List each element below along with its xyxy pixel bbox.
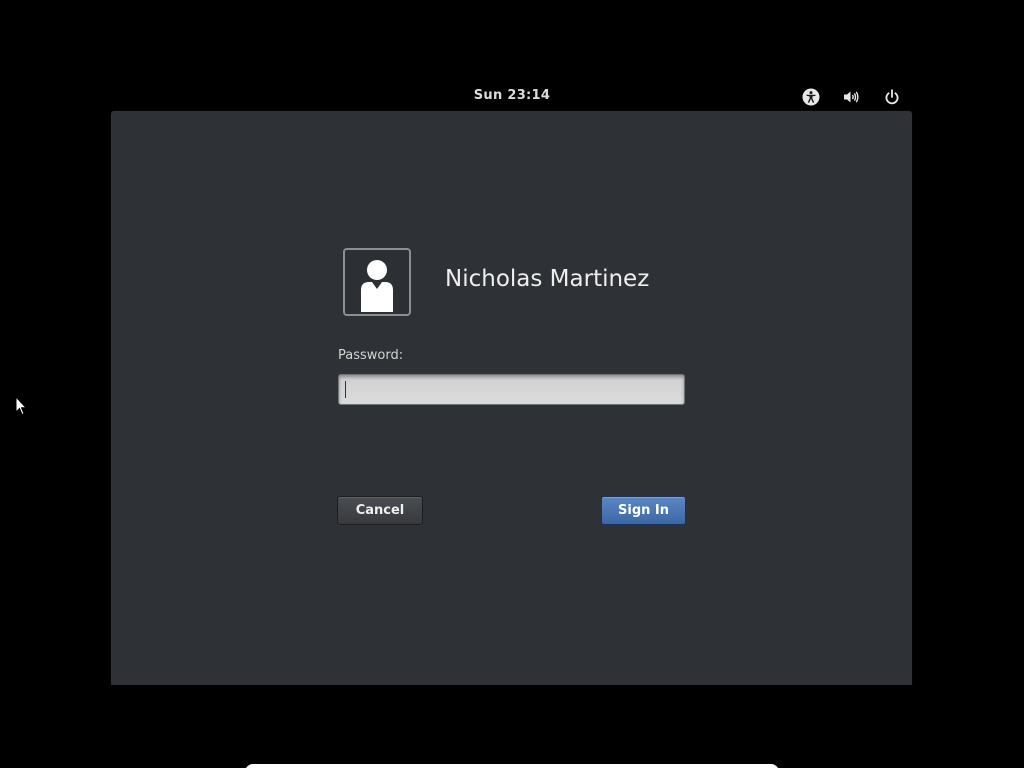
- mouse-pointer-icon: [15, 395, 28, 420]
- login-screen: Sun 23:14 Nicholas Martinez Password: Ca…: [0, 0, 1024, 768]
- password-label: Password:: [338, 348, 404, 363]
- sign-in-button[interactable]: Sign In: [601, 496, 686, 525]
- text-caret: [345, 381, 346, 398]
- volume-icon[interactable]: [840, 86, 862, 108]
- user-avatar-icon: [343, 248, 411, 316]
- accessibility-icon[interactable]: [800, 86, 822, 108]
- cancel-button[interactable]: Cancel: [337, 496, 423, 525]
- login-dialog: Nicholas Martinez Password: Cancel Sign …: [111, 111, 912, 685]
- bottom-panel-edge: [245, 764, 779, 768]
- user-name: Nicholas Martinez: [445, 266, 650, 292]
- clock[interactable]: Sun 23:14: [452, 88, 572, 103]
- power-icon[interactable]: [881, 86, 903, 108]
- password-input[interactable]: [338, 374, 685, 405]
